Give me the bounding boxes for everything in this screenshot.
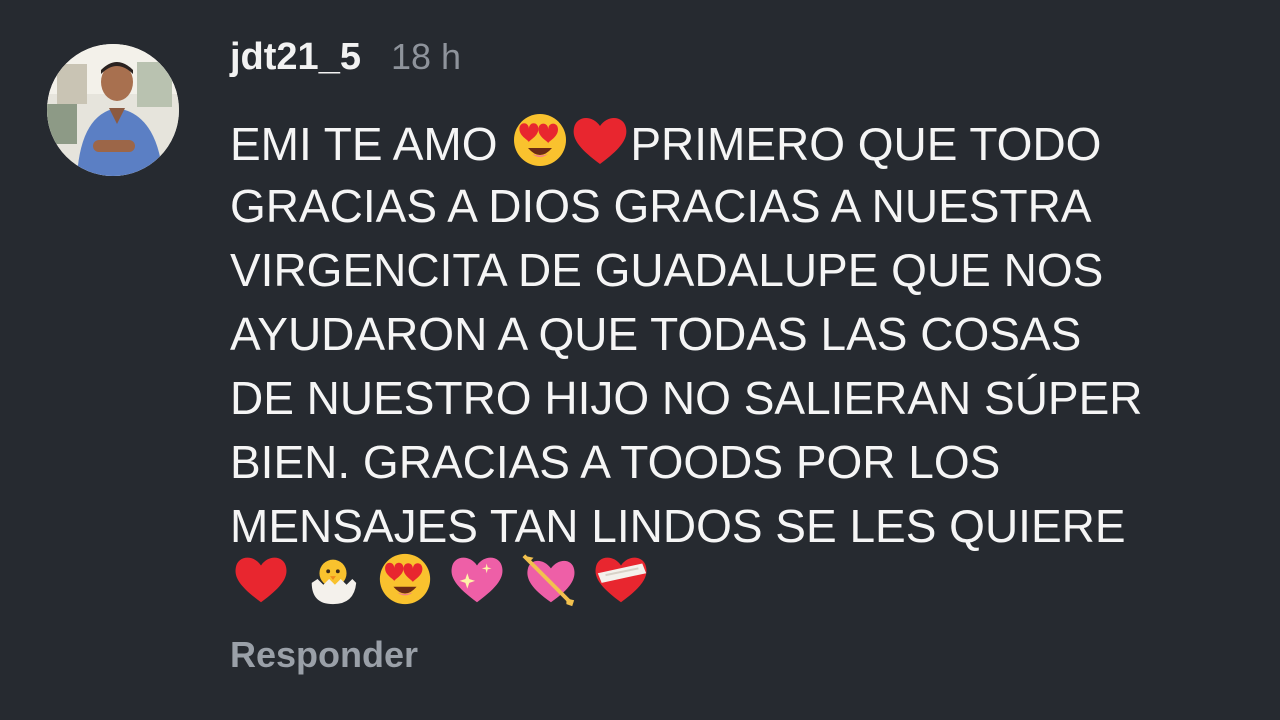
comment-line-text: EMI TE AMO [230, 118, 511, 170]
comment-line-3: VIRGENCITA DE GUADALUPE QUE NOS [230, 244, 1104, 296]
heart-eyes-emoji-icon [510, 110, 570, 170]
comment-line-2: GRACIAS A DIOS GRACIAS A NUESTRA [230, 180, 1092, 232]
heart-eyes-icon [376, 550, 434, 608]
comment-header: jdt21_5 18 h [230, 36, 461, 86]
comment-line-7: MENSAJES TAN LINDOS SE LES QUIERE [230, 500, 1126, 552]
timestamp: 18 h [390, 36, 462, 77]
comment: jdt21_5 18 h EMI TE AMO PRIMERO QUE TODO… [0, 0, 1280, 720]
avatar[interactable] [47, 44, 179, 176]
comment-line-6: BIEN. GRACIAS A TOODS POR LOS [230, 436, 1001, 488]
red-heart-icon [232, 550, 290, 608]
comment-line-text: PRIMERO QUE TODO [630, 118, 1102, 170]
heart-with-arrow-icon [520, 550, 578, 608]
comment-text: EMI TE AMO PRIMERO QUE TODO GRACIAS A DI… [230, 110, 1250, 558]
emoji-row [232, 550, 656, 610]
hatching-chick-icon [304, 550, 362, 608]
comment-line-1: EMI TE AMO PRIMERO QUE TODO [230, 110, 1250, 174]
comment-line-4: AYUDARON A QUE TODAS LAS COSAS [230, 308, 1082, 360]
mending-heart-icon [592, 550, 650, 608]
red-heart-icon [570, 110, 630, 170]
avatar-photo [47, 44, 179, 176]
sparkling-heart-icon [448, 550, 506, 608]
reply-button[interactable]: Responder [230, 634, 418, 676]
comment-line-5: DE NUESTRO HIJO NO SALIERAN SÚPER [230, 372, 1143, 424]
username[interactable]: jdt21_5 [230, 36, 361, 79]
